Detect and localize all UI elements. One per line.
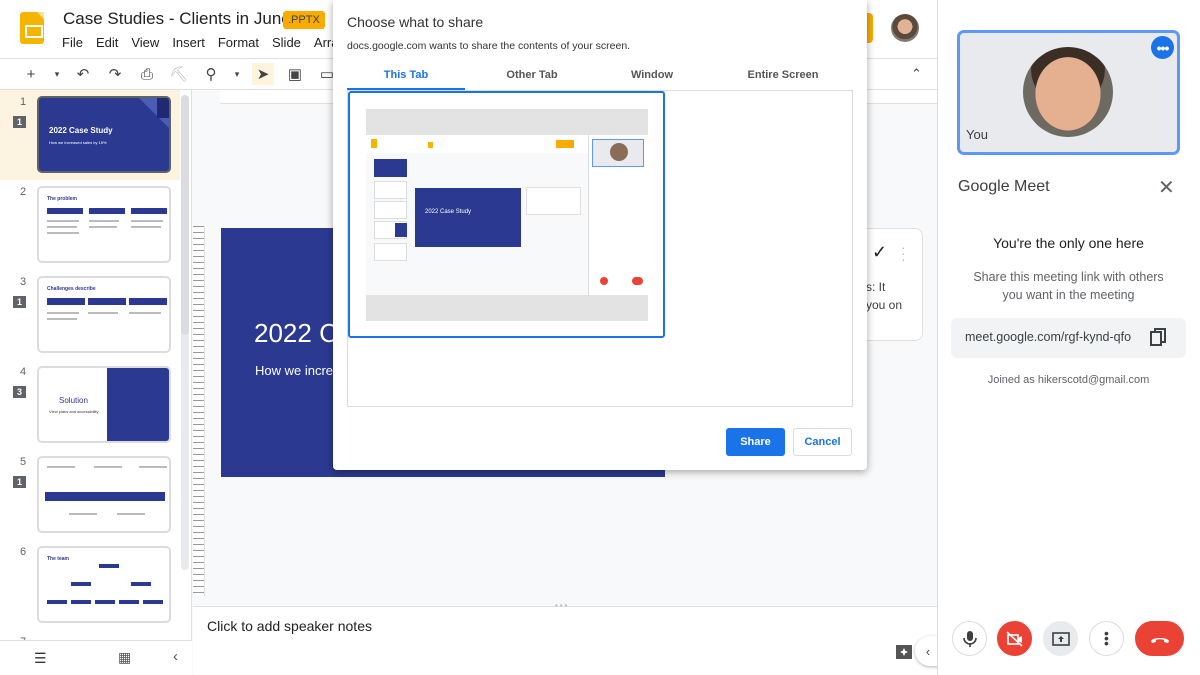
slide-thumbnail: The team: [37, 546, 171, 623]
dropdown-icon[interactable]: ▾: [52, 63, 62, 85]
menu-file[interactable]: File: [62, 35, 83, 50]
slide-number: 5: [20, 456, 27, 468]
undo-icon[interactable]: ↶: [72, 63, 94, 85]
cancel-button[interactable]: Cancel: [793, 428, 852, 456]
grid-view-icon[interactable]: ▦: [118, 649, 131, 666]
speaker-notes-placeholder[interactable]: Click to add speaker notes: [207, 618, 372, 634]
meeting-link[interactable]: meet.google.com/rgf-kynd-qfo: [965, 330, 1131, 344]
meet-panel-title: Google Meet: [958, 178, 1050, 195]
thumb-title: 2022 Case Study: [49, 126, 113, 135]
tab-window[interactable]: Window: [593, 69, 711, 81]
menu-slide[interactable]: Slide: [272, 35, 301, 50]
explore-button[interactable]: [890, 639, 918, 667]
thumb-title: The problem: [47, 196, 78, 202]
slide-thumbnail: Challenges describe: [37, 276, 171, 353]
slides-logo-icon[interactable]: [20, 12, 44, 44]
filmstrip-slide-4[interactable]: 4 3 Solution View plans and accessibilit…: [0, 360, 180, 450]
speaker-notes-pane[interactable]: [193, 606, 937, 675]
share-screen-dialog: Choose what to share docs.google.com wan…: [333, 0, 867, 470]
self-label: You: [966, 127, 988, 142]
slide-thumbnail: 2022 Case Study How we increased sales b…: [37, 96, 171, 173]
slide-thumbnail: The problem: [37, 186, 171, 263]
joined-as-text: Joined as hikerscotd@gmail.com: [987, 374, 1150, 386]
microphone-button[interactable]: [952, 621, 987, 656]
tile-more-options-button[interactable]: •••: [1151, 36, 1174, 59]
thumb-subtitle: View plans and accessibility: [49, 409, 99, 414]
zoom-icon[interactable]: ⚲: [200, 63, 222, 85]
filmstrip-slide-7[interactable]: 7: [0, 630, 180, 640]
tab-preview-thumbnail[interactable]: 2022 Case Study: [348, 91, 665, 338]
share-button[interactable]: Share: [726, 428, 785, 456]
select-icon[interactable]: ➤: [252, 63, 274, 85]
slide-number: 6: [20, 546, 27, 558]
menu-view[interactable]: View: [131, 35, 159, 50]
more-options-icon: • • •: [1104, 625, 1109, 651]
tab-other-tab[interactable]: Other Tab: [473, 69, 591, 81]
close-icon[interactable]: ✕: [1158, 175, 1175, 200]
menu-insert[interactable]: Insert: [172, 35, 205, 50]
slide-number: 4: [20, 366, 27, 378]
dialog-subtitle: docs.google.com wants to share the conte…: [347, 40, 631, 52]
dialog-title: Choose what to share: [347, 14, 484, 30]
comment-count-badge: 3: [13, 386, 26, 398]
slide-number: 1: [20, 96, 27, 108]
filmstrip-view-icon[interactable]: ☰: [34, 650, 47, 667]
only-one-here-heading: You're the only one here: [993, 235, 1144, 251]
thumb-title: Solution: [59, 396, 88, 405]
thumb-title: Challenges describe: [47, 286, 96, 292]
camera-off-icon: [1005, 630, 1023, 647]
comment-text: s: It you on: [866, 280, 903, 312]
thumb-title: The team: [47, 556, 69, 562]
menu-bar: File Edit View Insert Format Slide Arran…: [62, 35, 360, 50]
copy-icon[interactable]: [1148, 327, 1168, 347]
filmstrip-slide-2[interactable]: 2 The problem: [0, 180, 180, 270]
redo-icon[interactable]: ↷: [104, 63, 126, 85]
chevron-left-icon[interactable]: ‹: [173, 648, 178, 665]
textbox-icon[interactable]: ▣: [284, 63, 306, 85]
filmstrip-scroll-thumb[interactable]: [181, 95, 189, 335]
print-icon[interactable]: ⎙: [136, 63, 158, 85]
paint-format-icon[interactable]: ⛏: [168, 63, 190, 85]
filmstrip-slide-1[interactable]: 1 1 2022 Case Study How we increased sal…: [0, 90, 180, 180]
slide-thumbnail: [37, 456, 171, 533]
comment-count-badge: 1: [13, 476, 26, 488]
present-icon: [1051, 631, 1070, 646]
camera-button[interactable]: [997, 621, 1032, 656]
menu-edit[interactable]: Edit: [96, 35, 118, 50]
notes-resize-handle[interactable]: •••: [555, 601, 569, 610]
mic-icon: [962, 630, 977, 647]
filmstrip-slide-5[interactable]: 5 1: [0, 450, 180, 540]
slide-thumbnail: Solution View plans and accessibility: [37, 366, 171, 443]
filmstrip: 1 1 2022 Case Study How we increased sal…: [0, 90, 192, 675]
chevron-up-icon[interactable]: ⌃: [911, 66, 922, 82]
more-options-button[interactable]: • • •: [1089, 621, 1124, 656]
self-avatar: [1023, 47, 1113, 137]
vertical-ruler: [193, 226, 205, 596]
tab-this-tab[interactable]: This Tab: [347, 69, 465, 81]
thumb-subtitle: How we increased sales by 15%: [49, 140, 107, 145]
new-slide-icon[interactable]: +: [20, 63, 42, 85]
share-link-prompt: Share this meeting link with others you …: [973, 270, 1164, 302]
filmstrip-slide-3[interactable]: 3 1 Challenges describe: [0, 270, 180, 360]
slide-number: 3: [20, 276, 27, 288]
leave-call-icon: [1150, 637, 1169, 643]
comment-more-icon[interactable]: · · ·: [901, 240, 906, 266]
tab-entire-screen[interactable]: Entire Screen: [718, 69, 848, 81]
file-type-badge: .PPTX: [283, 11, 325, 29]
comment-count-badge: 1: [13, 116, 26, 128]
slide-number: 2: [20, 186, 27, 198]
resolve-check-icon[interactable]: ✓: [872, 242, 887, 263]
account-avatar[interactable]: [891, 14, 919, 42]
document-title[interactable]: Case Studies - Clients in June: [63, 9, 291, 29]
present-button[interactable]: [1043, 621, 1078, 656]
filmstrip-slide-6[interactable]: 6 The team: [0, 540, 180, 630]
dropdown-icon[interactable]: ▾: [232, 63, 242, 85]
menu-format[interactable]: Format: [218, 35, 259, 50]
explore-icon: [896, 645, 912, 659]
filmstrip-footer: ☰ ▦ ‹: [0, 640, 192, 675]
leave-call-button[interactable]: [1135, 621, 1184, 656]
comment-count-badge: 1: [13, 296, 26, 308]
